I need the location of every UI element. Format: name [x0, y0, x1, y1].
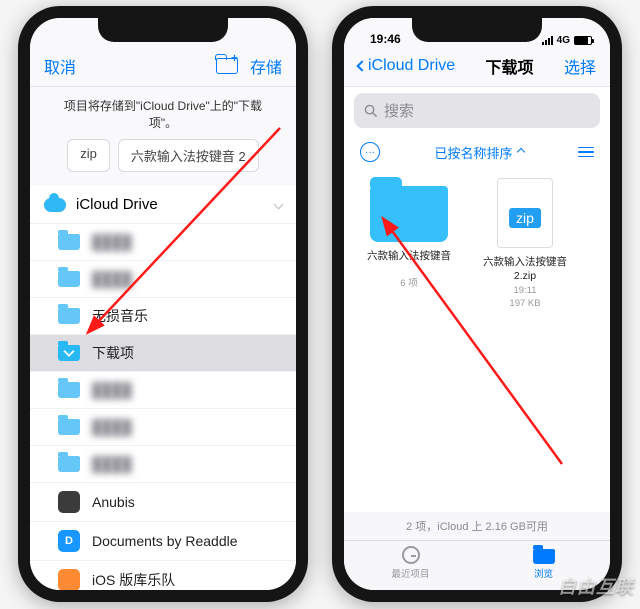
row-label: iOS 版库乐队: [92, 570, 175, 590]
watermark: 自由互联: [558, 573, 634, 599]
item-meta-size: 197 KB: [482, 298, 568, 310]
file-ext-chip: zip: [67, 139, 110, 172]
folder-icon: [58, 234, 80, 250]
select-button[interactable]: 选择: [564, 54, 596, 78]
files-nav: iCloud Drive 下载项 选择: [344, 46, 610, 87]
row-label: ████: [92, 271, 132, 287]
back-button[interactable]: iCloud Drive: [358, 57, 455, 75]
search-icon: [364, 104, 378, 118]
storage-status: 2 项，iCloud 上 2.16 GB可用: [344, 512, 610, 540]
row-label: ████: [92, 234, 132, 250]
folder-icon: [58, 271, 80, 287]
back-label: iCloud Drive: [368, 57, 455, 75]
search-placeholder: 搜索: [384, 100, 414, 121]
location-row[interactable]: ████: [30, 372, 296, 409]
chevron-up-icon: [516, 148, 524, 156]
folder-icon: [370, 186, 448, 242]
folder-icon: [58, 456, 80, 472]
item-meta-time: 19:11: [482, 285, 568, 297]
tab-recents[interactable]: 最近项目: [344, 546, 477, 580]
folder-icon: [58, 308, 80, 324]
row-label: Anubis: [92, 494, 135, 510]
save-button[interactable]: 存储: [250, 54, 282, 78]
screen-right: 19:46 4G iCloud Drive 下载项 选择 搜索 ··· 已按名称…: [344, 18, 610, 590]
status-time: 19:46: [370, 32, 401, 46]
chevron-left-icon: [356, 60, 367, 71]
location-row[interactable]: 下载项: [30, 335, 296, 372]
list-view-icon[interactable]: [578, 147, 594, 158]
file-name-chip: 六款输入法按键音 2: [118, 139, 259, 172]
tab-label: 最近项目: [391, 566, 429, 580]
location-row[interactable]: ████: [30, 409, 296, 446]
item-meta: 6 项: [366, 278, 452, 290]
app-icon: [58, 491, 80, 513]
file-ext-badge: zip: [509, 208, 541, 228]
folder-icon: [58, 419, 80, 435]
notch: [98, 18, 228, 42]
cancel-button[interactable]: 取消: [44, 54, 76, 78]
location-row[interactable]: iOS 版库乐队: [30, 561, 296, 590]
location-row[interactable]: D Documents by Readdle: [30, 522, 296, 561]
location-row[interactable]: ████: [30, 446, 296, 483]
screen-left: 取消 存储 项目将存储到"iCloud Drive"上的"下载项"。 zip 六…: [30, 18, 296, 590]
row-label: 无损音乐: [92, 306, 148, 326]
app-icon: D: [58, 530, 80, 552]
row-label: ████: [92, 456, 132, 472]
section-label: iCloud Drive: [76, 196, 158, 213]
icloud-icon: [44, 198, 66, 212]
page-title: 下载项: [486, 54, 534, 78]
phone-left: 取消 存储 项目将存储到"iCloud Drive"上的"下载项"。 zip 六…: [18, 6, 308, 602]
toolbar: ··· 已按名称排序: [344, 134, 610, 170]
search-input[interactable]: 搜索: [354, 93, 600, 128]
file-preview-chips: zip 六款输入法按键音 2: [30, 139, 296, 186]
row-label: 下载项: [92, 343, 134, 363]
sort-label: 已按名称排序: [434, 143, 512, 162]
downloads-folder-icon: [58, 345, 80, 361]
folder-icon: [58, 382, 80, 398]
network-label: 4G: [557, 35, 570, 46]
phone-right: 19:46 4G iCloud Drive 下载项 选择 搜索 ··· 已按名称…: [332, 6, 622, 602]
actions-menu-icon[interactable]: ···: [360, 142, 380, 162]
save-dialog-nav: 取消 存储: [30, 46, 296, 87]
battery-icon: [574, 36, 592, 45]
location-row[interactable]: Anubis: [30, 483, 296, 522]
location-row[interactable]: 无损音乐: [30, 298, 296, 335]
zip-file-item[interactable]: zip 六款输入法按键音2.zip 19:11 197 KB: [482, 186, 568, 310]
location-list: iCloud Drive ████ ████ 无损音乐下载项 ████ ████ ████…: [30, 186, 296, 590]
icloud-drive-header[interactable]: iCloud Drive: [30, 186, 296, 224]
row-label: Documents by Readdle: [92, 533, 238, 549]
location-row[interactable]: ████: [30, 261, 296, 298]
signal-icon: [542, 36, 553, 45]
folder-icon: [533, 549, 555, 564]
folder-item[interactable]: 六款输入法按键音 6 项: [366, 186, 452, 310]
items-grid: 六款输入法按键音 6 项 zip 六款输入法按键音2.zip 19:11 197…: [344, 170, 610, 326]
app-icon: [58, 569, 80, 590]
location-row[interactable]: ████: [30, 224, 296, 261]
sort-button[interactable]: 已按名称排序: [434, 143, 523, 162]
row-label: ████: [92, 382, 132, 398]
row-label: ████: [92, 419, 132, 435]
item-name: 六款输入法按键音2.zip: [482, 256, 568, 283]
file-icon: zip: [497, 178, 553, 248]
new-folder-icon[interactable]: [216, 58, 238, 74]
clock-icon: [402, 546, 420, 564]
notch: [412, 18, 542, 42]
save-location-hint: 项目将存储到"iCloud Drive"上的"下载项"。: [30, 87, 296, 139]
chevron-down-icon: [274, 200, 284, 210]
status-right: 4G: [542, 35, 592, 46]
item-name: 六款输入法按键音: [366, 250, 452, 276]
tab-label: 浏览: [534, 566, 553, 580]
